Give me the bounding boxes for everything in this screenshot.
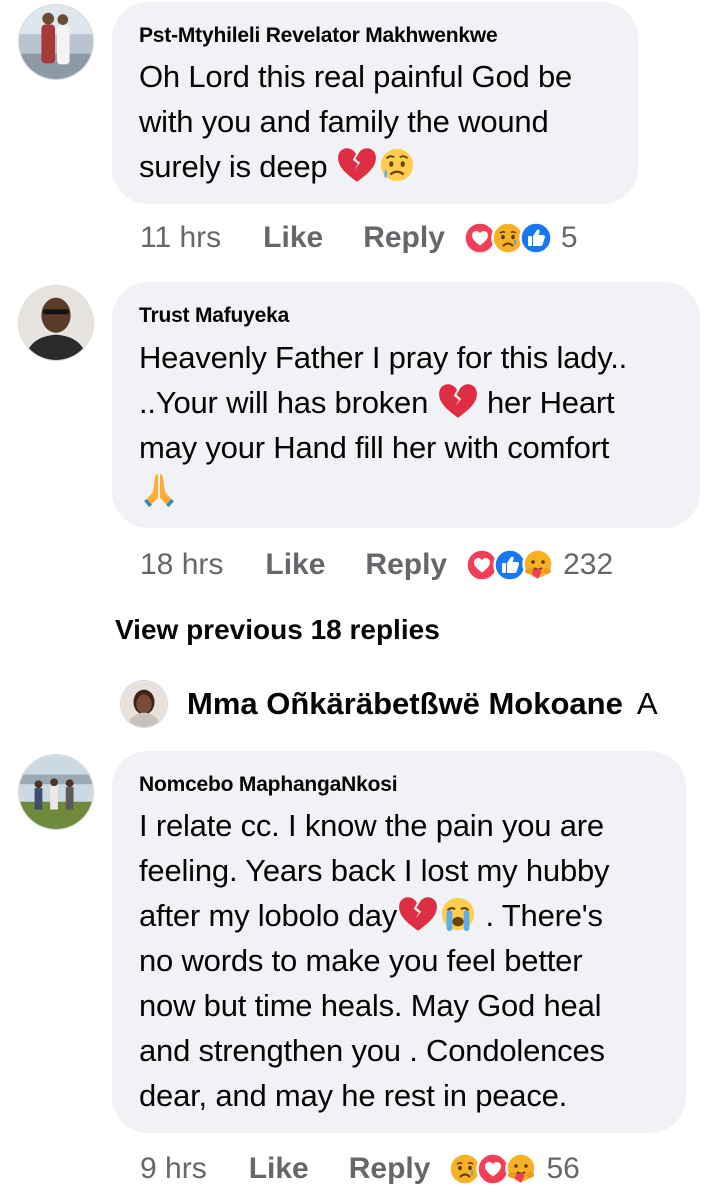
reply-preview-text: Mma Oñkäräbetßwë Mokoane A	[187, 686, 658, 722]
profile-photo-icon	[121, 681, 167, 727]
comment-line	[139, 470, 627, 515]
profile-photo-icon	[19, 755, 93, 829]
comment-bubble-3[interactable]: Nomcebo MaphangaNkosi I relate cc. I kno…	[112, 751, 686, 1133]
comment-line: surely is deep	[139, 144, 572, 189]
reactions-summary[interactable]	[465, 548, 555, 582]
reply-preview-name[interactable]: Mma Oñkäräbetßwë Mokoane	[187, 686, 623, 721]
comment-timestamp[interactable]: 9 hrs	[140, 1152, 207, 1186]
comment-bubble-1[interactable]: Pst-Mtyhileli Revelator Makhwenkwe Oh Lo…	[112, 2, 638, 204]
like-button[interactable]: Like	[265, 548, 325, 582]
reactions-summary[interactable]	[463, 221, 553, 255]
comment-author[interactable]: Pst-Mtyhileli Revelator Makhwenkwe	[139, 24, 498, 48]
reply-button[interactable]: Reply	[365, 548, 447, 582]
reactions-summary[interactable]	[448, 1152, 538, 1186]
profile-photo-icon	[19, 286, 93, 360]
comment-meta-3: 9 hrs Like Reply 56	[140, 1149, 580, 1189]
comment-timestamp[interactable]: 11 hrs	[140, 221, 221, 255]
comment-line-text: . There's	[485, 898, 603, 933]
comment-line-text: ..Your will has broken	[139, 385, 429, 420]
reaction-count: 56	[546, 1152, 580, 1185]
comment-bubble-2[interactable]: Trust Mafuyeka Heavenly Father I pray fo…	[112, 282, 700, 528]
comment-text: Heavenly Father I pray for this lady.. .…	[139, 335, 627, 515]
comment-line: after my lobolo day . There's	[139, 893, 609, 938]
reply-button[interactable]: Reply	[349, 1152, 431, 1186]
sad-tear-icon	[378, 146, 416, 184]
comment-line-text: after my lobolo day	[139, 898, 398, 933]
comment-line: Heavenly Father I pray for this lady..	[139, 340, 628, 375]
comment-meta-1: 11 hrs Like Reply 5	[140, 218, 578, 258]
comment-line: no words to make you feel better	[139, 943, 583, 978]
like-reaction-icon	[519, 221, 553, 255]
care-reaction-icon	[521, 548, 555, 582]
comment-timestamp[interactable]: 18 hrs	[140, 548, 223, 582]
view-previous-replies-link[interactable]: View previous 18 replies	[115, 614, 440, 646]
comment-line: now but time heals. May God heal	[139, 988, 602, 1023]
comment-author[interactable]: Trust Mafuyeka	[139, 304, 289, 328]
reply-preview-row[interactable]: Mma Oñkäräbetßwë Mokoane A	[120, 680, 720, 730]
comment-line: I relate cc. I know the pain you are	[139, 808, 604, 843]
reply-preview-avatar	[120, 680, 168, 728]
comment-line-text: surely is deep	[139, 149, 328, 184]
comment-author[interactable]: Nomcebo MaphangaNkosi	[139, 773, 398, 797]
avatar-commenter-2[interactable]	[18, 285, 94, 361]
broken-heart-icon	[397, 895, 439, 933]
comment-line: and strengthen you . Condolences	[139, 1033, 605, 1068]
reply-button[interactable]: Reply	[363, 221, 445, 255]
comment-text: I relate cc. I know the pain you are fee…	[139, 803, 610, 1118]
profile-photo-icon	[19, 5, 93, 79]
avatar-commenter-3[interactable]	[18, 754, 94, 830]
comment-line: ..Your will has broken her Heart	[139, 380, 627, 425]
comment-line: may your Hand fill her with comfort	[139, 430, 610, 465]
crying-face-icon	[439, 895, 477, 933]
reply-preview-snippet: A	[636, 686, 658, 721]
like-button[interactable]: Like	[263, 221, 323, 255]
comment-line: feeling. Years back I lost my hubby	[139, 853, 610, 888]
comment-line: with you and family the wound	[139, 104, 549, 139]
reaction-count: 5	[560, 221, 578, 254]
comment-meta-2: 18 hrs Like Reply 232	[140, 545, 613, 585]
comment-line-text: her Heart	[486, 385, 615, 420]
comment-line: Oh Lord this real painful God be	[139, 59, 573, 94]
care-reaction-icon	[504, 1152, 538, 1186]
reaction-count: 232	[563, 548, 614, 581]
comment-text: Oh Lord this real painful God be with yo…	[139, 54, 572, 189]
broken-heart-icon	[336, 146, 378, 184]
comment-line: dear, and may he rest in peace.	[139, 1078, 568, 1113]
avatar-commenter-1[interactable]	[18, 4, 94, 80]
broken-heart-icon	[437, 382, 479, 420]
praying-hands-icon	[139, 470, 179, 510]
like-button[interactable]: Like	[249, 1152, 309, 1186]
